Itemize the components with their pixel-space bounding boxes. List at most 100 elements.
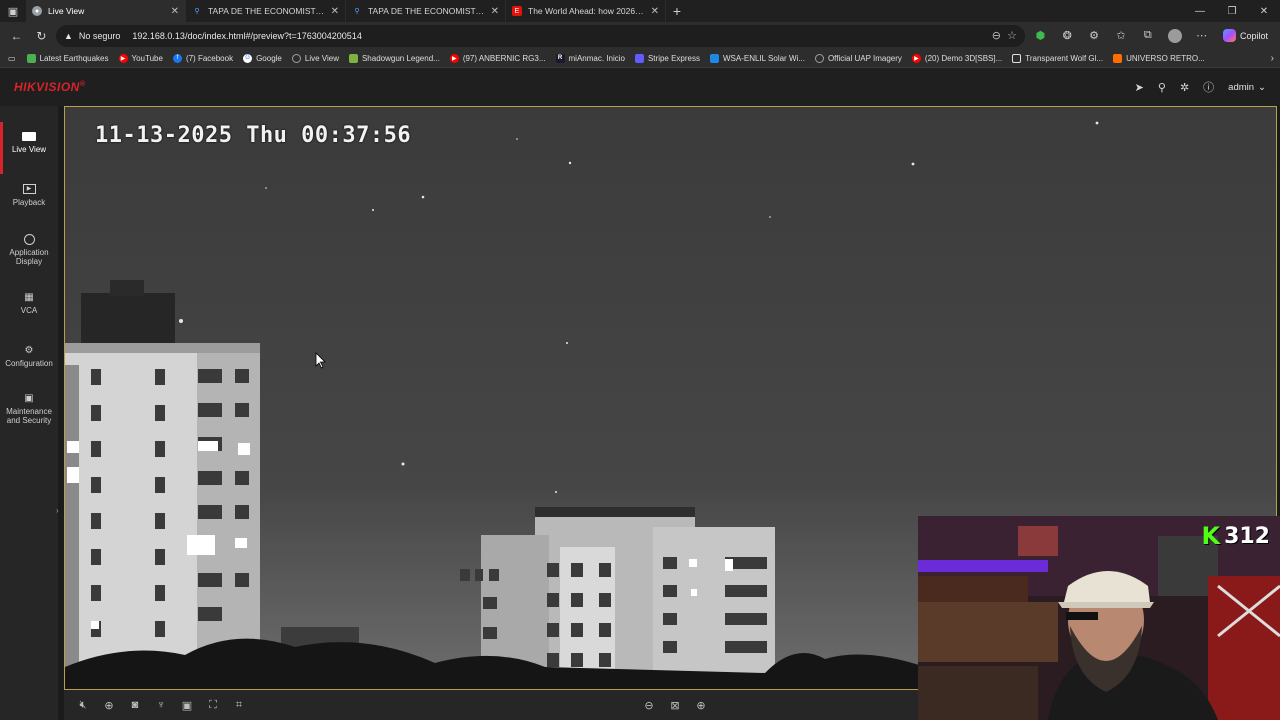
close-window-icon[interactable]: ✕ — [1248, 0, 1280, 22]
close-tab-icon[interactable]: ✕ — [491, 6, 499, 17]
search-icon: ⚲ — [194, 8, 200, 15]
nav-application-display[interactable]: Application Display — [0, 233, 58, 266]
bookmark-item[interactable]: Latest Earthquakes — [22, 49, 114, 67]
url-omnibox[interactable]: ▲ No seguro 192.168.0.13/doc/index.html#… — [55, 24, 1025, 47]
send-icon[interactable]: ➤ — [1135, 81, 1144, 94]
chevron-down-icon: ⌄ — [1258, 81, 1266, 93]
close-tab-icon[interactable]: ✕ — [331, 6, 339, 17]
star-icon[interactable]: ☆ — [1007, 29, 1017, 42]
bookmark-item[interactable]: WSA-ENLIL Solar Wi... — [705, 49, 810, 67]
shield-extension-icon[interactable]: ⬢ — [1029, 25, 1052, 47]
tab-economist-2[interactable]: ⚲ TAPA DE THE ECONOMIST 2026 ✕ — [346, 0, 506, 22]
extension-icon[interactable]: ❂ — [1056, 25, 1079, 47]
snapshot-icon[interactable]: ◙ — [122, 692, 148, 718]
noaa-icon — [710, 53, 719, 63]
youtube-icon: ▶ — [449, 53, 459, 63]
nav-live-view[interactable]: Live View — [0, 122, 58, 174]
page-icon — [1012, 53, 1022, 63]
app-header: HIKVISION® ➤ ⚲ ✲ ⓘ admin ⌄ — [0, 68, 1280, 106]
new-tab-button[interactable]: + — [666, 0, 688, 22]
monitor-icon — [22, 130, 36, 142]
bookmark-item[interactable]: Shadowgun Legend... — [344, 49, 445, 67]
youtube-icon: ▶ — [911, 53, 921, 63]
collapse-nav-handle[interactable]: › — [56, 506, 62, 515]
tab-title: Live View — [48, 6, 85, 16]
bookmark-item[interactable]: RmiAnmac. Inicio — [551, 49, 630, 67]
nav-maintenance-security[interactable]: ▣ Maintenance and Security — [0, 392, 58, 425]
bookmarks-overflow-icon[interactable]: › — [1271, 53, 1274, 64]
app-display-icon — [22, 233, 36, 245]
globe-icon — [814, 53, 824, 63]
info-icon[interactable]: ⓘ — [1203, 79, 1214, 95]
microphone-icon[interactable]: ♆ — [148, 692, 174, 718]
bookmark-item[interactable]: G Google — [238, 49, 287, 67]
vca-grid-icon: ▦ — [24, 291, 34, 303]
bookmark-item[interactable]: UNIVERSO RETRO... — [1108, 49, 1210, 67]
bookmarks-menu-icon[interactable]: ▭ — [6, 49, 22, 67]
bookmark-item[interactable]: Transparent Wolf Gl... — [1007, 49, 1108, 67]
nav-configuration[interactable]: ⚙ Configuration — [0, 344, 58, 368]
collections-icon[interactable]: ⧉ — [1136, 25, 1159, 47]
kick-logo-icon: K — [1201, 522, 1221, 550]
r-logo-icon: R — [555, 53, 565, 63]
bookmark-item[interactable]: ▶ (97) ANBERNIC RG3... — [445, 49, 551, 67]
bookmark-item[interactable]: f (7) Facebook — [168, 49, 238, 67]
search-icon[interactable]: ⚲ — [1158, 81, 1166, 94]
bookmark-item[interactable]: Live View — [287, 49, 344, 67]
nav-playback[interactable]: ▶ Playback — [0, 183, 58, 207]
tab-economist-1[interactable]: ⚲ TAPA DE THE ECONOMIST 2026 ✕ — [186, 0, 346, 22]
economist-icon: E — [512, 6, 522, 16]
viewer-counter: K 312 — [1201, 522, 1270, 550]
bookmark-item[interactable]: ▶ YouTube — [114, 49, 168, 67]
bookmark-item[interactable]: Official UAP Imagery — [810, 49, 907, 67]
previous-icon[interactable]: ⊖ — [636, 692, 662, 718]
left-navigation: Live View ▶ Playback Application Display… — [0, 106, 59, 720]
bookmark-item[interactable]: Stripe Express — [630, 49, 705, 67]
minimize-icon[interactable]: — — [1184, 0, 1216, 22]
hikvision-logo: HIKVISION® — [14, 80, 86, 94]
record-icon[interactable]: ▣ — [174, 692, 200, 718]
stop-icon[interactable]: ⊠ — [662, 692, 688, 718]
youtube-icon: ▶ — [118, 53, 128, 63]
next-icon[interactable]: ⊕ — [688, 692, 714, 718]
retro-icon — [1113, 53, 1123, 63]
zoom-in-icon[interactable]: ⊕ — [96, 692, 122, 718]
close-tab-icon[interactable]: ✕ — [651, 6, 659, 17]
restore-icon[interactable]: ❐ — [1216, 0, 1248, 22]
link-icon[interactable]: ✲ — [1180, 81, 1189, 94]
user-menu[interactable]: admin ⌄ — [1228, 82, 1266, 93]
security-label[interactable]: No seguro — [79, 31, 121, 41]
url-text[interactable]: 192.168.0.13/doc/index.html#/preview?t=1… — [132, 31, 985, 41]
globe-icon: ● — [32, 6, 42, 16]
viewer-count: 312 — [1224, 523, 1270, 549]
warning-icon[interactable]: ▲ — [64, 31, 73, 41]
tab-live-view[interactable]: ● Live View ✕ — [26, 0, 186, 22]
tab-title: TAPA DE THE ECONOMIST 2026 — [208, 6, 325, 16]
browser-tab-strip: ▣ ● Live View ✕ ⚲ TAPA DE THE ECONOMIST … — [0, 0, 1280, 22]
more-options-icon[interactable]: ⋯ — [1190, 25, 1213, 47]
copilot-button[interactable]: Copilot — [1217, 29, 1274, 42]
close-tab-icon[interactable]: ✕ — [171, 6, 179, 17]
digital-zoom-icon[interactable]: ⛶ — [200, 692, 226, 718]
bookmarks-bar: ▭ Latest Earthquakes ▶ YouTube f (7) Faceb… — [0, 49, 1280, 68]
tab-title: TAPA DE THE ECONOMIST 2026 — [368, 6, 485, 16]
address-bar: ← ↻ ▲ No seguro 192.168.0.13/doc/index.h… — [0, 22, 1280, 49]
android-icon — [348, 53, 358, 63]
copilot-label: Copilot — [1240, 30, 1269, 41]
mute-icon[interactable]: 🔇︎ — [70, 692, 96, 718]
favorites-icon[interactable]: ✩ — [1110, 25, 1133, 47]
reader-icon[interactable]: ⊖ — [992, 29, 1001, 42]
back-button[interactable]: ← — [6, 25, 27, 47]
nav-vca[interactable]: ▦ VCA — [0, 291, 58, 315]
webcam-overlay: K 312 — [918, 516, 1280, 720]
reload-button[interactable]: ↻ — [31, 25, 52, 47]
bookmark-item[interactable]: ▶ (20) Demo 3D[SBS]... — [907, 49, 1007, 67]
search-icon: ⚲ — [354, 8, 360, 15]
facebook-icon: f — [172, 53, 182, 63]
tab-world-ahead[interactable]: E The World Ahead: how 2026 will ✕ — [506, 0, 666, 22]
tab-actions-icon[interactable]: ▣ — [0, 0, 26, 22]
stripe-icon — [634, 53, 644, 63]
profile-avatar[interactable] — [1163, 25, 1186, 47]
settings-icon[interactable]: ⚙ — [1083, 25, 1106, 47]
fullscreen-icon[interactable]: ⌗ — [226, 692, 252, 718]
